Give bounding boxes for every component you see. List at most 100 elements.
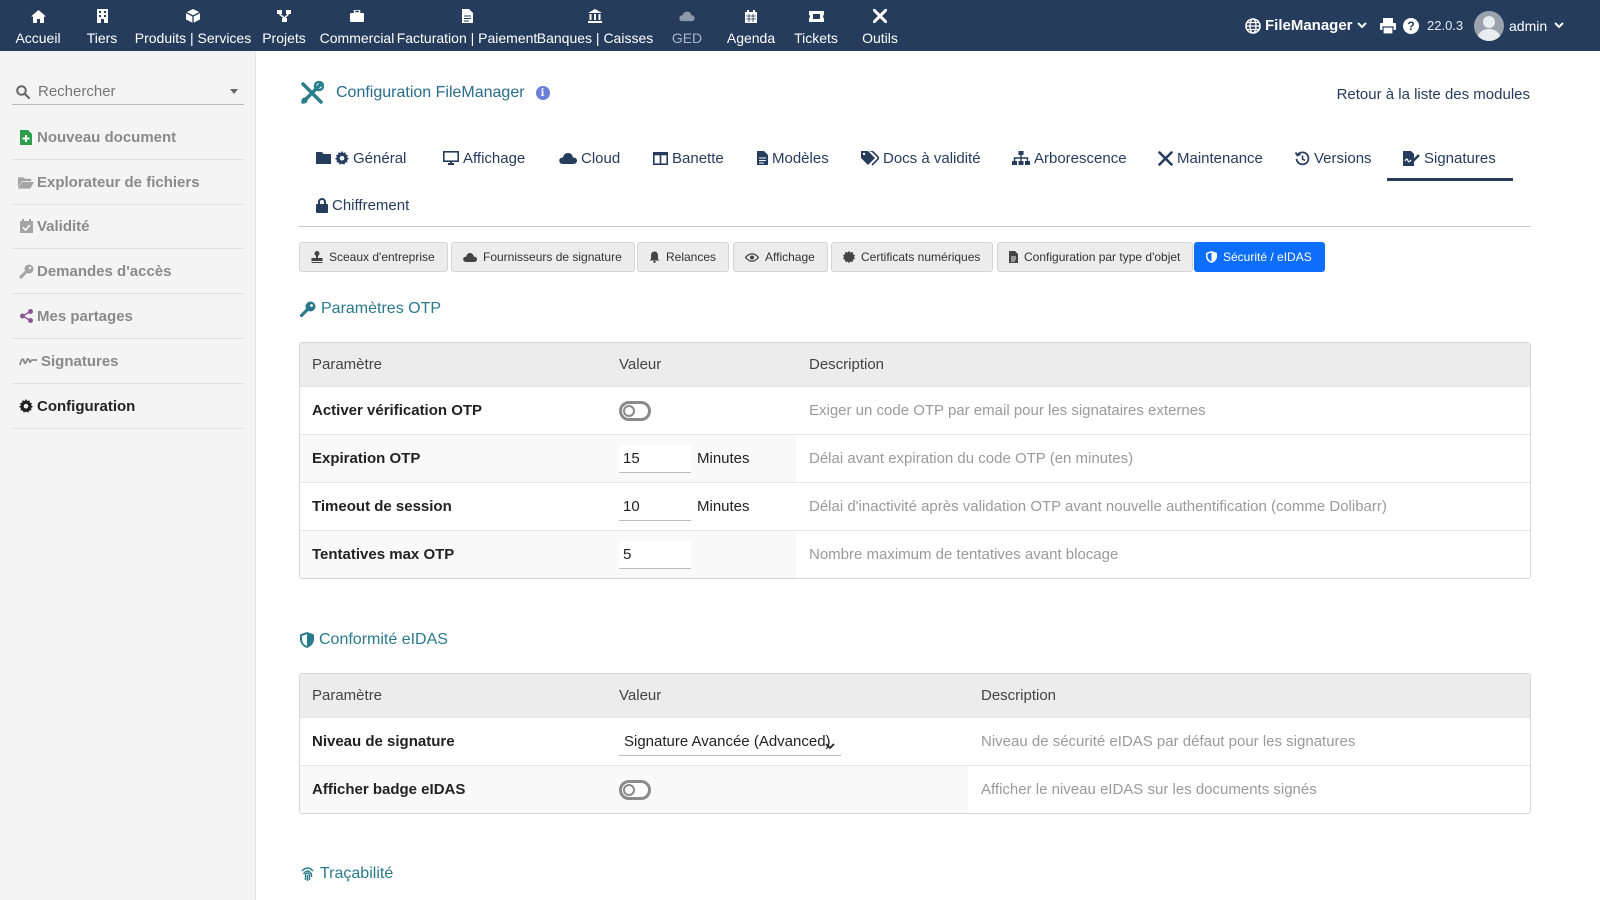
signature-icon (18, 353, 38, 369)
sidebar-item-validite[interactable]: Validité (12, 204, 244, 249)
main-content: Configuration FileManager i Retour à la … (256, 51, 1600, 900)
subtab-sceaux[interactable]: Sceaux d'entreprise (299, 242, 448, 272)
file-text-icon (1009, 251, 1018, 263)
filemanager-menu[interactable]: FileManager (1245, 0, 1367, 51)
table-header-row: Paramètre Valeur Description (300, 343, 1530, 386)
nav-projets[interactable]: Projets (262, 0, 306, 51)
subtab-affichage[interactable]: Affichage (733, 242, 828, 272)
table-row: Niveau de signature Signature Avancée (A… (300, 717, 1530, 765)
otp-enable-toggle-cell (619, 387, 651, 434)
tab-affichage[interactable]: Affichage (443, 140, 525, 176)
nav-tiers[interactable]: Tiers (86, 0, 118, 51)
tab-cloud[interactable]: Cloud (559, 140, 620, 176)
cloud-icon (463, 252, 477, 262)
nav-label: Tiers (86, 30, 118, 46)
version-label: 22.0.3 (1427, 18, 1464, 33)
section-title-text: Traçabilité (320, 865, 394, 882)
select-value: Signature Avancée (Advanced) (624, 732, 831, 750)
sidebar-item-explorateur[interactable]: Explorateur de fichiers (12, 160, 244, 205)
tab-label: Chiffrement (332, 196, 410, 214)
tab-arborescence[interactable]: Arborescence (1012, 140, 1127, 176)
subtab-securite-eidas[interactable]: Sécurité / eIDAS (1194, 242, 1325, 272)
help-button[interactable]: ? (1403, 0, 1419, 51)
sidebar-item-signatures[interactable]: Signatures (12, 339, 244, 384)
nav-commercial[interactable]: Commercial (320, 0, 394, 51)
nav-outils[interactable]: Outils (862, 0, 898, 51)
lock-icon (316, 197, 328, 213)
tab-label: Arborescence (1034, 149, 1127, 167)
param-description: Délai d'inactivité après validation OTP … (809, 498, 1387, 515)
file-text-icon (757, 151, 768, 165)
nav-agenda[interactable]: Agenda (726, 0, 776, 51)
tab-general[interactable]: Général (316, 140, 406, 176)
sidebar-item-nouveau-document[interactable]: Nouveau document (12, 115, 244, 160)
nav-accueil[interactable]: Accueil (15, 0, 61, 51)
gear-icon (18, 398, 34, 414)
subtab-config-type-objet[interactable]: Configuration par type d'objet (997, 242, 1194, 272)
nav-banques-caisses[interactable]: Banques | Caisses (537, 0, 653, 51)
tab-label: Versions (1314, 149, 1372, 167)
tab-docs-validite[interactable]: Docs à validité (861, 140, 981, 176)
eidas-badge-toggle[interactable] (619, 779, 651, 800)
sitemap-icon (1012, 151, 1030, 165)
certificate-icon (843, 251, 855, 263)
home-icon (30, 9, 46, 23)
tab-modeles[interactable]: Modèles (757, 140, 829, 176)
info-icon[interactable]: i (535, 86, 550, 100)
folder-open-icon (18, 174, 34, 190)
sidebar-item-configuration[interactable]: Configuration (12, 384, 244, 429)
signature-level-cell: Signature Avancée (Advanced) (619, 718, 841, 765)
sidebar-item-mes-partages[interactable]: Mes partages (12, 294, 244, 339)
dropdown-caret-icon[interactable] (230, 89, 238, 94)
table-row: Activer vérification OTP Exiger un code … (300, 386, 1530, 434)
subtab-fournisseurs[interactable]: Fournisseurs de signature (451, 242, 635, 272)
sidebar-item-label: Demandes d'accès (37, 262, 172, 280)
session-timeout-input[interactable] (619, 492, 691, 521)
sidebar-item-demandes-acces[interactable]: Demandes d'accès (12, 249, 244, 294)
param-label: Activer vérification OTP (312, 402, 483, 419)
user-menu[interactable]: admin (1474, 0, 1564, 51)
tab-signatures[interactable]: Signatures (1387, 140, 1513, 181)
nav-facturation[interactable]: Facturation | Paiement (397, 0, 537, 51)
sidebar: Nouveau document Explorateur de fichiers… (0, 51, 256, 900)
subtab-relances[interactable]: Relances (637, 242, 730, 272)
shield-icon (1206, 251, 1217, 263)
tags-icon (861, 150, 879, 166)
tab-versions[interactable]: Versions (1295, 140, 1372, 176)
table-row: Tentatives max OTP Nombre maximum de ten… (300, 530, 1530, 578)
invoice-icon (459, 9, 475, 23)
column-header-description: Description (981, 687, 1057, 704)
nav-label: Agenda (726, 30, 776, 46)
folder-icon (316, 152, 331, 164)
column-header-valeur: Valeur (619, 356, 662, 373)
max-attempts-input[interactable] (619, 540, 691, 569)
param-label: Afficher badge eIDAS (312, 781, 466, 798)
tab-label: Maintenance (1177, 149, 1263, 167)
sidebar-item-label: Validité (37, 217, 90, 235)
otp-table: Paramètre Valeur Description Activer vér… (299, 342, 1531, 579)
otp-enable-toggle[interactable] (619, 400, 651, 421)
subtab-certificats[interactable]: Certificats numériques (831, 242, 994, 272)
nav-tickets[interactable]: Tickets (794, 0, 838, 51)
tab-banette[interactable]: Banette (653, 140, 724, 176)
building-icon (94, 9, 110, 23)
sitemap-icon (276, 9, 292, 23)
search-input[interactable] (38, 83, 218, 100)
table-row: Expiration OTP Minutes Délai avant expir… (300, 434, 1530, 482)
section-title-otp: Paramètres OTP (300, 300, 441, 318)
back-to-modules-link[interactable]: Retour à la liste des modules (1337, 86, 1530, 103)
nav-produits-services[interactable]: Produits | Services (135, 0, 251, 51)
monitor-icon (443, 151, 459, 165)
tab-label: Banette (672, 149, 724, 167)
column-header-parametre: Paramètre (312, 687, 383, 704)
nav-ged[interactable]: GED (672, 0, 702, 51)
print-button[interactable] (1380, 0, 1396, 51)
tab-chiffrement[interactable]: Chiffrement (316, 187, 409, 223)
tab-label: Cloud (581, 149, 621, 167)
nav-label: Projets (262, 30, 306, 46)
sidebar-search[interactable] (12, 79, 244, 105)
tab-maintenance[interactable]: Maintenance (1158, 140, 1263, 176)
signature-level-select[interactable]: Signature Avancée (Advanced) (619, 728, 841, 756)
otp-expiration-input[interactable] (619, 444, 691, 473)
subtab-label: Affichage (765, 250, 815, 264)
